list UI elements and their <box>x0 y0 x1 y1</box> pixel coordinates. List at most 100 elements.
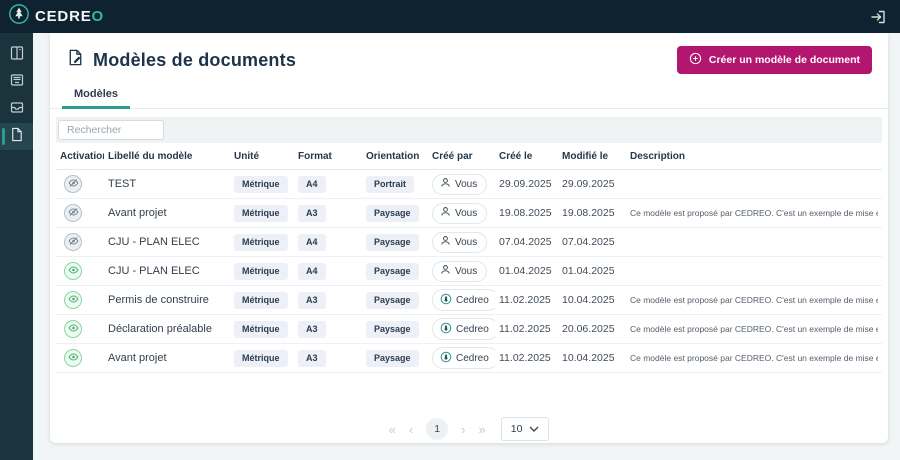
header-orientation: Orientation <box>362 143 428 170</box>
chevron-down-icon <box>529 423 539 435</box>
page-size-value: 10 <box>511 423 523 435</box>
first-page-button[interactable]: « <box>389 423 396 436</box>
header-format: Format <box>294 143 362 170</box>
format-badge: A3 <box>298 350 326 367</box>
creator-label: Cedreo <box>456 324 489 335</box>
model-label: TEST <box>108 178 136 190</box>
modified-date: 20.06.2025 <box>558 315 626 344</box>
printer-icon <box>9 72 25 93</box>
format-badge: A4 <box>298 263 326 280</box>
search-input[interactable] <box>58 120 164 140</box>
header-unit: Unité <box>230 143 294 170</box>
sidebar-item-printer[interactable] <box>0 69 33 96</box>
sidebar-item-drawer[interactable] <box>0 96 33 123</box>
activation-toggle[interactable] <box>64 320 82 338</box>
table-header-row: Activation Libellé du modèle Unité Forma… <box>56 143 882 170</box>
creator-label: Cedreo <box>456 295 489 306</box>
orientation-badge: Paysage <box>366 292 419 309</box>
table-row: CJU - PLAN ELEC Métrique A4 Paysage <box>56 257 882 286</box>
modified-date: 29.09.2025 <box>558 170 626 199</box>
creator-label: Vous <box>455 208 477 219</box>
table-body: TEST Métrique A4 Portrait Vous <box>56 170 882 373</box>
activation-toggle[interactable] <box>64 233 82 251</box>
created-date: 19.08.2025 <box>495 199 558 228</box>
model-label: Déclaration préalable <box>108 323 212 335</box>
activation-toggle[interactable] <box>64 291 82 309</box>
unit-badge: Métrique <box>234 205 288 222</box>
tab-modeles[interactable]: Modèles <box>62 83 130 108</box>
eye-off-icon <box>68 178 79 191</box>
orientation-badge: Paysage <box>366 234 419 251</box>
model-label: Permis de construire <box>108 294 209 306</box>
orientation-badge: Paysage <box>366 350 419 367</box>
eye-off-icon <box>68 236 79 249</box>
header-modified-on: Modifié le <box>558 143 626 170</box>
eye-off-icon <box>68 207 79 220</box>
activation-toggle[interactable] <box>64 175 82 193</box>
orientation-badge: Paysage <box>366 263 419 280</box>
description-text: Ce modèle est proposé par CEDREO. C'est … <box>630 208 878 218</box>
page-title: Modèles de documents <box>93 50 296 71</box>
document-edit-icon <box>66 48 85 72</box>
description-text: Ce modèle est proposé par CEDREO. C'est … <box>630 353 878 363</box>
user-icon <box>440 177 451 191</box>
creator-label: Vous <box>455 237 477 248</box>
created-date: 11.02.2025 <box>495 315 558 344</box>
create-template-button[interactable]: Créer un modèle de document <box>677 46 872 74</box>
orientation-badge: Paysage <box>366 205 419 222</box>
sign-in-icon[interactable] <box>870 9 886 25</box>
plus-circle-icon <box>689 52 702 68</box>
modified-date: 10.04.2025 <box>558 344 626 373</box>
previous-page-button[interactable]: ‹ <box>409 423 413 436</box>
topbar: CEDREO <box>0 0 900 33</box>
eye-icon <box>68 294 79 307</box>
format-badge: A3 <box>298 205 326 222</box>
description-text: Ce modèle est proposé par CEDREO. C'est … <box>630 295 878 305</box>
file-icon <box>9 127 24 147</box>
sidebar <box>0 33 33 460</box>
brand-logo: CEDREO <box>8 3 104 30</box>
table-row: Avant projet Métrique A3 Paysage Vou <box>56 199 882 228</box>
created-date: 29.09.2025 <box>495 170 558 199</box>
brand-name: CEDREO <box>35 8 104 25</box>
creator-pill: Cedreo <box>432 347 495 369</box>
creator-label: Cedreo <box>456 353 489 364</box>
content-area: Modèles de documents Créer un modèle de … <box>33 33 900 460</box>
cedreo-logo-icon <box>8 3 30 30</box>
format-badge: A4 <box>298 234 326 251</box>
table-row: TEST Métrique A4 Portrait Vous <box>56 170 882 199</box>
creator-label: Vous <box>455 266 477 277</box>
sidebar-item-book[interactable] <box>0 42 33 69</box>
next-page-button[interactable]: › <box>461 423 465 436</box>
created-date: 11.02.2025 <box>495 344 558 373</box>
format-badge: A4 <box>298 176 326 193</box>
activation-toggle[interactable] <box>64 262 82 280</box>
created-date: 11.02.2025 <box>495 286 558 315</box>
model-label: Avant projet <box>108 207 167 219</box>
cedreo-mini-icon <box>440 322 452 337</box>
page-size-select[interactable]: 10 <box>501 417 550 441</box>
model-label: CJU - PLAN ELEC <box>108 236 200 248</box>
unit-badge: Métrique <box>234 263 288 280</box>
unit-badge: Métrique <box>234 321 288 338</box>
description-text: Ce modèle est proposé par CEDREO. C'est … <box>630 324 878 334</box>
create-template-label: Créer un modèle de document <box>709 54 860 66</box>
table-row: Avant projet Métrique A3 Paysage Ced <box>56 344 882 373</box>
drawer-icon <box>9 99 25 120</box>
user-icon <box>440 264 451 278</box>
creator-pill: Vous <box>432 203 487 224</box>
activation-toggle[interactable] <box>64 204 82 222</box>
model-label: CJU - PLAN ELEC <box>108 265 200 277</box>
cedreo-mini-icon <box>440 293 452 308</box>
last-page-button[interactable]: » <box>479 423 486 436</box>
creator-pill: Vous <box>432 232 487 253</box>
sidebar-item-document-templates[interactable] <box>0 123 33 150</box>
current-page-button[interactable]: 1 <box>426 418 448 440</box>
tab-bar: Modèles <box>50 83 888 109</box>
header-label: Libellé du modèle <box>104 143 230 170</box>
table-row: Permis de construire Métrique A3 Paysage <box>56 286 882 315</box>
main-card: Modèles de documents Créer un modèle de … <box>50 33 888 443</box>
table-row: Déclaration préalable Métrique A3 Paysag… <box>56 315 882 344</box>
activation-toggle[interactable] <box>64 349 82 367</box>
app-window: CEDREO <box>0 0 900 460</box>
